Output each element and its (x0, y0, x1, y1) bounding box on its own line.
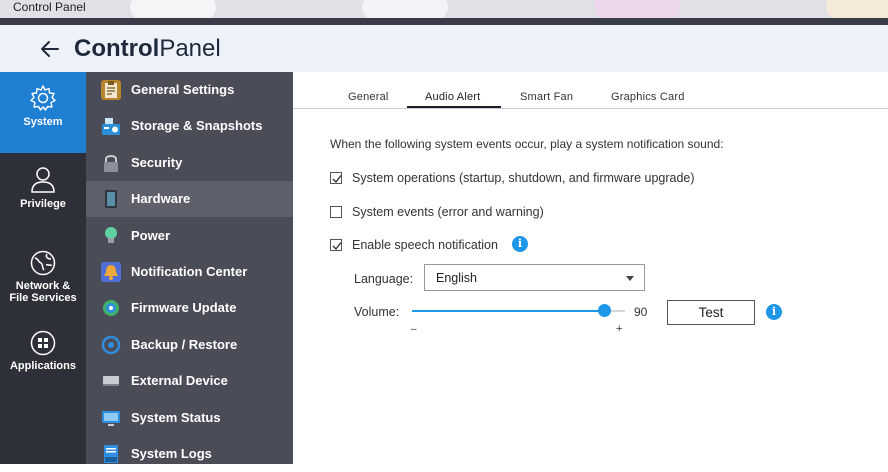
nav-item-storage-snapshots[interactable]: Storage & Snapshots (86, 108, 293, 144)
background-decoration (130, 0, 216, 20)
volume-slider[interactable] (412, 304, 625, 317)
background-decoration (826, 0, 888, 20)
nav-item-system-status[interactable]: System Status (86, 400, 293, 436)
tab-general[interactable]: General (348, 91, 389, 103)
nav-item-security[interactable]: Security (86, 145, 293, 181)
volume-slider-thumb[interactable] (597, 304, 611, 317)
system-events-checkbox[interactable] (330, 206, 342, 218)
nav-item-power[interactable]: Power (86, 218, 293, 254)
rail-item-label-line1: Network & (15, 280, 71, 292)
gear-icon (30, 85, 56, 111)
window-border (0, 18, 888, 25)
hardware-icon (101, 189, 121, 209)
nav-item-label: General Settings (131, 82, 235, 97)
nav-item-label: Security (131, 155, 183, 170)
nav-item-backup-restore[interactable]: Backup / Restore (86, 327, 293, 363)
tab-audio-alert[interactable]: Audio Alert (425, 91, 480, 103)
nav-item-system-logs[interactable]: System Logs (86, 436, 293, 472)
rail-item-label-line2: File Services (9, 292, 77, 304)
firmware-icon (101, 298, 121, 318)
rail-item-privilege[interactable]: Privilege (0, 166, 86, 216)
tab-smart-fan[interactable]: Smart Fan (520, 91, 573, 103)
test-sound-button[interactable]: Test (667, 300, 755, 325)
nav-item-label: Storage & Snapshots (131, 118, 263, 133)
notification-icon (101, 262, 121, 282)
volume-label: Volume: (354, 305, 400, 319)
title-bold: Control (74, 35, 160, 62)
user-icon (31, 167, 55, 193)
title-light: Panel (159, 35, 221, 62)
logs-icon (101, 444, 121, 464)
volume-max-label: + (616, 323, 623, 335)
speech-notification-checkbox[interactable] (330, 239, 342, 251)
nav-item-label: Firmware Update (131, 300, 237, 315)
checkbox-label: System operations (startup, shutdown, an… (352, 171, 695, 185)
globe-icon (30, 250, 56, 276)
content-panel: General Audio Alert Smart Fan Graphics C… (293, 72, 888, 464)
clipboard-icon (101, 80, 121, 100)
checkbox-label: Enable speech notification (352, 238, 498, 252)
audio-alert-description: When the following system events occur, … (330, 137, 724, 151)
nav-item-notification-center[interactable]: Notification Center (86, 254, 293, 290)
language-select[interactable]: English (424, 264, 645, 291)
lock-icon (101, 153, 121, 173)
nav-item-firmware-update[interactable]: Firmware Update (86, 290, 293, 326)
tab-graphics-card[interactable]: Graphics Card (611, 91, 685, 103)
background-decoration (594, 0, 680, 20)
app-header: ControlPanel (0, 25, 888, 72)
nav-item-label: Notification Center (131, 264, 248, 279)
checkbox-label: System events (error and warning) (352, 205, 544, 219)
nav-item-label: Power (131, 228, 171, 243)
active-tab-indicator (407, 106, 501, 108)
power-bulb-icon (101, 226, 121, 246)
rail-item-label: System (23, 116, 63, 128)
tab-bar: General Audio Alert Smart Fan Graphics C… (293, 72, 888, 109)
background-decoration (362, 0, 448, 20)
nav-item-label: External Device (131, 373, 228, 388)
external-device-icon (101, 371, 121, 391)
storage-icon (101, 116, 121, 136)
rail-item-label: Applications (9, 360, 76, 372)
volume-min-label: – (411, 324, 417, 335)
system-operations-checkbox[interactable] (330, 172, 342, 184)
volume-slider-fill (412, 310, 604, 312)
monitor-icon (101, 408, 121, 428)
settings-nav: General Settings Storage & Snapshots Sec… (86, 72, 293, 464)
nav-item-label: Backup / Restore (131, 337, 238, 352)
apps-grid-icon (30, 330, 56, 356)
chevron-down-icon (626, 276, 634, 281)
category-rail: System Privilege Network & File Services… (0, 72, 86, 464)
nav-item-label: System Status (131, 410, 221, 425)
language-label: Language: (354, 272, 414, 286)
window-titlebar: Control Panel (0, 0, 888, 20)
nav-item-external-device[interactable]: External Device (86, 363, 293, 399)
nav-item-general-settings[interactable]: General Settings (86, 72, 293, 108)
language-select-value: English (436, 271, 477, 285)
backup-icon (101, 335, 121, 355)
nav-item-label: System Logs (131, 446, 212, 461)
info-icon[interactable]: i (766, 304, 782, 320)
page-title: ControlPanel (74, 35, 221, 63)
nav-item-hardware[interactable]: Hardware (86, 181, 293, 217)
rail-item-system[interactable]: System (0, 72, 86, 153)
window-title: Control Panel (13, 0, 86, 14)
back-arrow-icon[interactable] (38, 37, 62, 61)
rail-item-network-file-services[interactable]: Network & File Services (0, 250, 86, 310)
info-icon[interactable]: i (512, 236, 528, 252)
rail-item-applications[interactable]: Applications (0, 330, 86, 380)
volume-value: 90 (634, 305, 648, 319)
rail-item-label: Privilege (20, 198, 66, 210)
nav-item-label: Hardware (131, 191, 191, 206)
